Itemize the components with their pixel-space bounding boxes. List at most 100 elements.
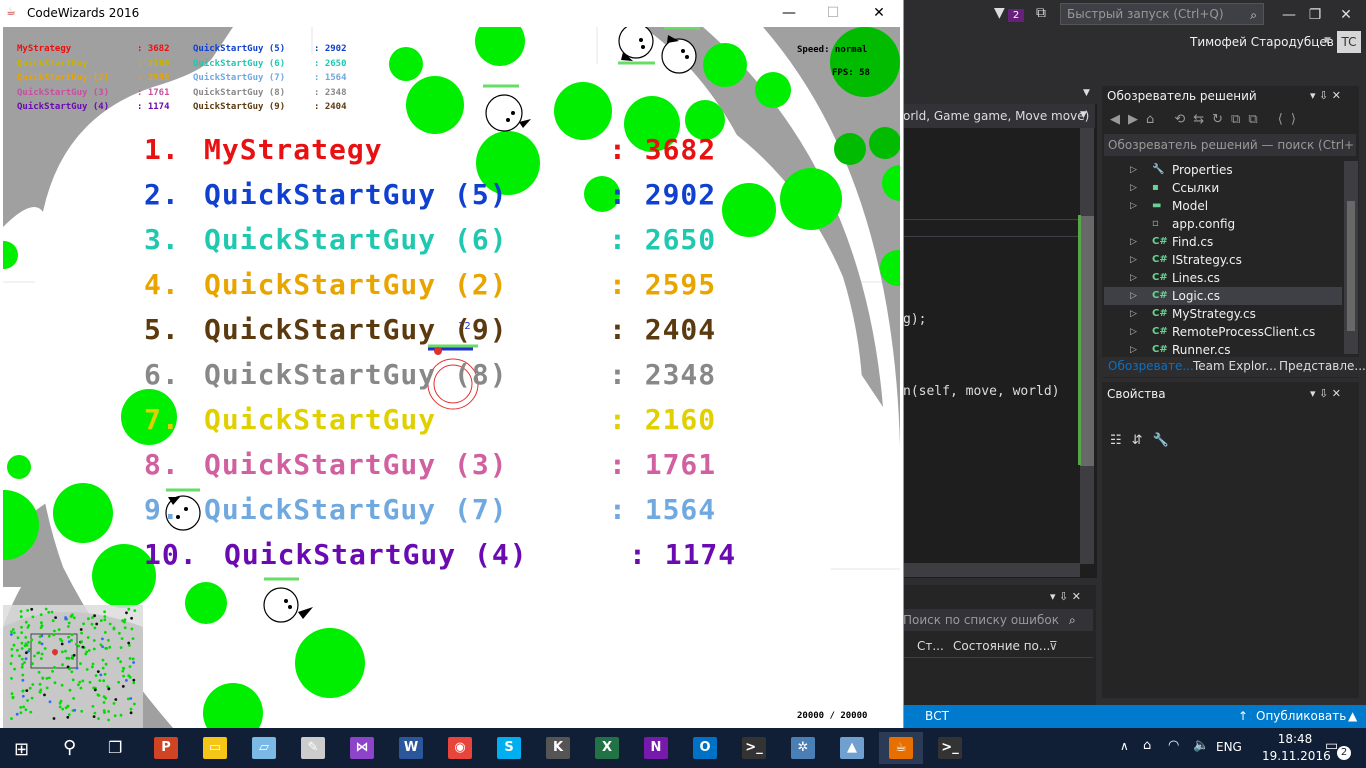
expand-arrow-icon[interactable]: ▷ (1130, 323, 1137, 341)
taskbar-pen-app[interactable]: ✎ (291, 732, 335, 764)
console-2-icon: >_ (938, 737, 962, 759)
taskbar-word[interactable]: W (389, 732, 433, 764)
taskbar-powerpoint[interactable]: P (144, 732, 188, 764)
scrollbar-thumb[interactable] (1080, 216, 1094, 466)
code-editor[interactable] (903, 104, 1097, 578)
editor-scrollbar[interactable] (1080, 128, 1094, 564)
close-button[interactable]: ✕ (1334, 6, 1358, 24)
minimap-unit (80, 631, 83, 635)
language-indicator[interactable]: ENG (1216, 740, 1242, 754)
chevron-up-icon[interactable]: ▲ (1348, 705, 1357, 728)
network-icon[interactable]: ⌂ (1143, 738, 1151, 753)
small-score-name: QuickStartGuy (4) (17, 102, 110, 112)
tab-solution-explorer[interactable]: Обозревате... (1108, 359, 1194, 373)
solution-item[interactable]: ▷ C# Find.cs (1104, 233, 1342, 251)
taskbar-settings-app[interactable]: ✲ (781, 732, 825, 764)
solution-item[interactable]: ▷ ▬ Model (1104, 197, 1342, 215)
clock-date[interactable]: 19.11.2016 (1262, 749, 1331, 763)
volume-icon[interactable]: 🔈 (1193, 738, 1209, 753)
expand-arrow-icon[interactable]: ▷ (1130, 305, 1137, 323)
taskbar-k-app[interactable]: K (536, 732, 580, 764)
minimap-unit (10, 654, 14, 658)
small-score-name: QuickStartGuy (7) (193, 73, 286, 83)
expand-arrow-icon[interactable]: ▷ (1130, 179, 1137, 197)
wifi-icon[interactable]: ◠ (1168, 738, 1179, 753)
minimap-unit (103, 631, 107, 634)
member-navigation-dropdown[interactable]: orld, Game game, Move move) (903, 104, 1095, 128)
minimap-unit (28, 686, 32, 690)
expand-arrow-icon[interactable]: ▷ (1130, 287, 1137, 305)
vs-status-bar: ВСТ ↑ Опубликовать ▲ (903, 705, 1366, 728)
taskbar-console-2[interactable]: >_ (928, 732, 972, 764)
solution-scrollbar[interactable] (1344, 161, 1358, 354)
quick-launch-input[interactable]: Быстрый запуск (Ctrl+Q) ⌕ (1060, 3, 1264, 25)
taskbar-onenote[interactable]: N (634, 732, 678, 764)
panel-menu-icon[interactable]: ▾ ⇩ ✕ (1050, 590, 1081, 603)
solution-item[interactable]: ▷ C# RemoteProcessClient.cs (1104, 323, 1342, 341)
user-name[interactable]: Тимофей Стародубцев (1190, 35, 1334, 49)
minimap-unit (91, 705, 95, 708)
column-header[interactable]: Состояние по... (953, 635, 1050, 657)
game-canvas[interactable]: MyStrategy: 3682 QuickStartGuy: 2160 Quick… (3, 27, 900, 728)
taskbar-file-explorer[interactable]: ▭ (193, 732, 237, 764)
filter-icon[interactable]: ⊽ (1049, 635, 1058, 657)
properties-toolbar[interactable]: ☷⇵🔧 (1110, 433, 1179, 448)
task-view-icon[interactable]: ❐ (108, 738, 122, 757)
minimap-unit (21, 694, 25, 698)
maximize-button[interactable]: ☐ (811, 2, 855, 24)
filter-icon[interactable]: ▼ (994, 5, 1005, 21)
minimize-button[interactable]: — (1277, 6, 1301, 24)
column-header[interactable]: Ст... (917, 635, 944, 657)
chevron-down-icon[interactable]: ▼ (1080, 110, 1087, 120)
tab-class-view[interactable]: Представле... (1279, 359, 1366, 373)
panel-menu-icon[interactable]: ▾ ⇩ ✕ (1310, 89, 1341, 102)
expand-arrow-icon[interactable]: ▷ (1130, 233, 1137, 251)
taskbar-skype[interactable]: S (487, 732, 531, 764)
expand-arrow-icon[interactable]: ▷ (1130, 269, 1137, 287)
taskbar-chrome[interactable]: ◉ (438, 732, 482, 764)
solution-toolbar[interactable]: ◀▶⌂ ⟲⇆↻⧉⧉ ⟨⟩ (1110, 112, 1304, 127)
error-list-search-input[interactable]: Поиск по списку ошибок ⌕ (903, 609, 1093, 631)
taskbar-console[interactable]: >_ (732, 732, 776, 764)
solution-item[interactable]: ▷ 🔧 Properties (1104, 161, 1342, 179)
scrollbar-thumb[interactable] (1347, 201, 1355, 331)
close-button[interactable]: ✕ (857, 2, 901, 24)
expand-arrow-icon[interactable]: ▷ (1130, 161, 1137, 179)
minimap-unit (38, 682, 42, 686)
notification-count-badge[interactable]: 2 (1337, 746, 1351, 760)
panel-menu-icon[interactable]: ▾ ⇩ ✕ (1310, 387, 1341, 400)
taskbar-visual-studio[interactable]: ⋈ (340, 732, 384, 764)
tab-dropdown-icon[interactable]: ▼ (1083, 88, 1090, 98)
solution-search-input[interactable]: Обозреватель решений — поиск (Ctrl+ (1104, 134, 1356, 156)
minimap-unit (119, 646, 123, 649)
editor-horizontal-scrollbar[interactable] (903, 563, 1080, 577)
start-windows-icon[interactable]: ⊞ (14, 739, 29, 760)
tab-team-explorer[interactable]: Team Explor... (1193, 359, 1277, 373)
publish-icon[interactable]: ↑ (1238, 705, 1248, 728)
feedback-icon[interactable]: ⧉ (1036, 5, 1046, 21)
taskbar-outlook[interactable]: O (683, 732, 727, 764)
show-hidden-icons[interactable]: ∧ (1120, 739, 1129, 753)
avatar[interactable]: TC (1337, 31, 1361, 53)
solution-item[interactable]: ▷ C# Lines.cs (1104, 269, 1342, 287)
taskbar-excel[interactable]: X (585, 732, 629, 764)
search-icon[interactable]: ⚲ (63, 737, 76, 758)
minimize-button[interactable]: — (767, 2, 811, 24)
expand-arrow-icon[interactable]: ▷ (1130, 251, 1137, 269)
solution-item[interactable]: ▷▫app.config (1104, 215, 1342, 233)
publish-button[interactable]: Опубликовать (1256, 705, 1346, 728)
taskbar-java[interactable]: ☕ (879, 732, 923, 764)
minimap-unit (85, 650, 89, 654)
chevron-down-icon[interactable]: ▼ (1324, 36, 1331, 46)
clock-time[interactable]: 18:48 (1272, 732, 1318, 746)
solution-item[interactable]: ▷ C# Logic.cs (1104, 287, 1342, 305)
notification-count-badge[interactable]: 2 (1008, 9, 1024, 22)
solution-item[interactable]: ▷ ▪ Ссылки (1104, 179, 1342, 197)
taskbar-notepad[interactable]: ▱ (242, 732, 286, 764)
wizard-eye (685, 55, 689, 59)
expand-arrow-icon[interactable]: ▷ (1130, 197, 1137, 215)
taskbar-photos[interactable]: ▲ (830, 732, 874, 764)
solution-item[interactable]: ▷ C# MyStrategy.cs (1104, 305, 1342, 323)
restore-button[interactable]: ❐ (1303, 6, 1327, 24)
solution-item[interactable]: ▷ C# IStrategy.cs (1104, 251, 1342, 269)
